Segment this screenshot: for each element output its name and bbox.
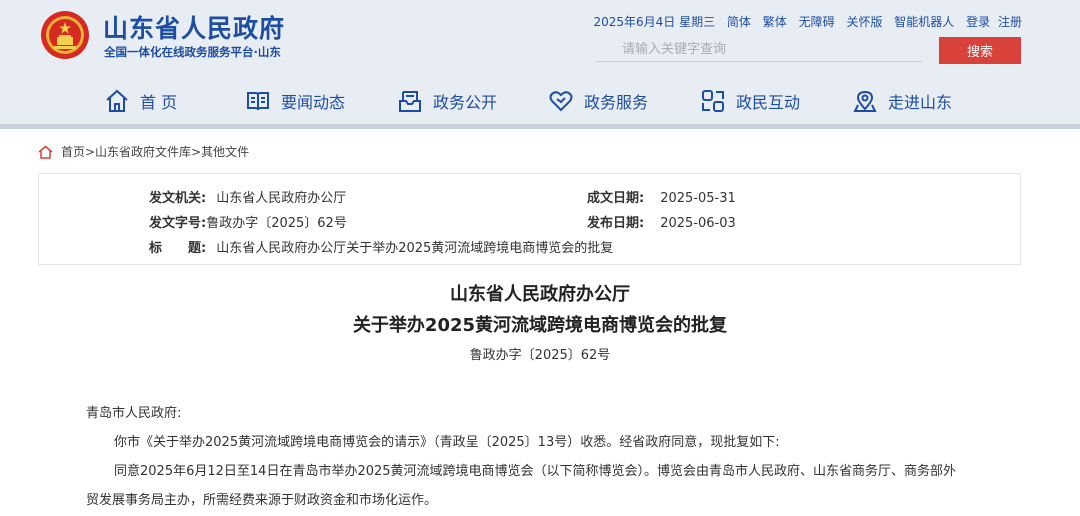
nav-label: 走进山东 [888, 93, 953, 112]
info-published-value: 2025-06-03 [660, 216, 736, 231]
topbar-link-register[interactable]: 注册 [998, 15, 1022, 29]
document-salutation: 青岛市人民政府: [86, 406, 182, 421]
document-info-box: 发文机关: 山东省人民政府办公厅 发文字号:鲁政办字〔2025〕62号 标 题: 山… [38, 173, 1021, 265]
info-issuer-row: 发文机关: 山东省人民政府办公厅 [149, 187, 346, 206]
info-title-value: 山东省人民政府办公厅关于举办2025黄河流域跨境电商博览会的批复 [216, 241, 614, 256]
topbar-link-accessibility[interactable]: 无障碍 [799, 15, 835, 29]
heart-icon [549, 91, 573, 112]
info-published-row: 发布日期: 2025-06-03 [587, 212, 736, 231]
topbar-link-simplified[interactable]: 简体 [727, 15, 751, 29]
info-issuer-label: 发文机关: [149, 191, 207, 206]
inbox-icon [399, 91, 421, 112]
nav-label: 政务服务 [584, 93, 649, 112]
document-title-line2: 关于举办2025黄河流域跨境电商博览会的批复 [352, 315, 728, 336]
site-subtitle: 全国一体化在线政务服务平台·山东 [104, 45, 281, 59]
link-icon [702, 90, 724, 112]
info-created-row: 成文日期: 2025-05-31 [587, 187, 736, 206]
site-title[interactable]: 山东省人民政府 [103, 9, 285, 45]
document-paragraph-2-line1: 同意2025年6月12日至14日在青岛市举办2025黄河流域跨境电商博览会（以下… [114, 464, 957, 479]
main-nav: 首 页 要闻动态 政务公开 政务服务 政民互动 走进山东 [0, 84, 1080, 118]
nav-item-gov-service[interactable]: 政务服务 [548, 84, 648, 118]
nav-label: 要闻动态 [281, 93, 346, 112]
location-icon [853, 90, 877, 112]
info-docno-row: 发文字号:鲁政办字〔2025〕62号 [149, 212, 347, 231]
nav-item-open-gov[interactable]: 政务公开 [397, 84, 497, 118]
topbar-link-robot[interactable]: 智能机器人 [894, 15, 954, 29]
nav-item-news[interactable]: 要闻动态 [245, 84, 345, 118]
info-docno-value: 鲁政办字〔2025〕62号 [206, 216, 347, 231]
document-title-line1: 山东省人民政府办公厅 [450, 284, 630, 305]
topbar-link-login[interactable]: 登录 [966, 15, 990, 29]
info-issuer-value: 山东省人民政府办公厅 [216, 191, 347, 206]
breadcrumb: 首页>山东省政府文件库>其他文件 [38, 143, 249, 160]
document-paragraph-1: 你市《关于举办2025黄河流域跨境电商博览会的请示》（青政呈〔2025〕13号）… [114, 435, 780, 450]
topbar-link-care-mode[interactable]: 关怀版 [846, 15, 882, 29]
header-divider [0, 124, 1080, 129]
national-emblem-icon[interactable] [40, 10, 90, 60]
home-icon[interactable] [38, 145, 53, 159]
info-created-value: 2025-05-31 [660, 191, 736, 206]
document-paragraph-2-line2: 贸发展事务局主办，所需经费来源于财政资金和市场化运作。 [86, 493, 438, 508]
info-created-label: 成文日期: [587, 191, 645, 206]
breadcrumb-path[interactable]: 首页>山东省政府文件库>其他文件 [61, 143, 249, 160]
nav-item-shandong[interactable]: 走进山东 [852, 84, 952, 118]
search-button[interactable]: 搜索 [939, 37, 1021, 64]
nav-label: 政务公开 [433, 93, 498, 112]
nav-item-interaction[interactable]: 政民互动 [700, 84, 800, 118]
document-number: 鲁政办字〔2025〕62号 [469, 348, 611, 363]
topbar: 2025年6月4日 星期三 简体 繁体 无障碍 关怀版 智能机器人 登录 注册 [593, 13, 1022, 30]
home-icon [106, 89, 128, 112]
info-title-row: 标 题: 山东省人民政府办公厅关于举办2025黄河流域跨境电商博览会的批复 [149, 237, 613, 256]
current-date: 2025年6月4日 星期三 [593, 15, 716, 29]
topbar-link-traditional[interactable]: 繁体 [763, 15, 787, 29]
nav-item-home[interactable]: 首 页 [104, 84, 177, 118]
info-published-label: 发布日期: [587, 216, 645, 231]
nav-label: 政民互动 [736, 93, 801, 112]
search-input[interactable] [596, 38, 922, 62]
info-docno-label: 发文字号: [149, 216, 207, 231]
book-icon [247, 92, 269, 111]
info-title-label: 标 题: [149, 241, 207, 256]
nav-label: 首 页 [140, 93, 178, 112]
